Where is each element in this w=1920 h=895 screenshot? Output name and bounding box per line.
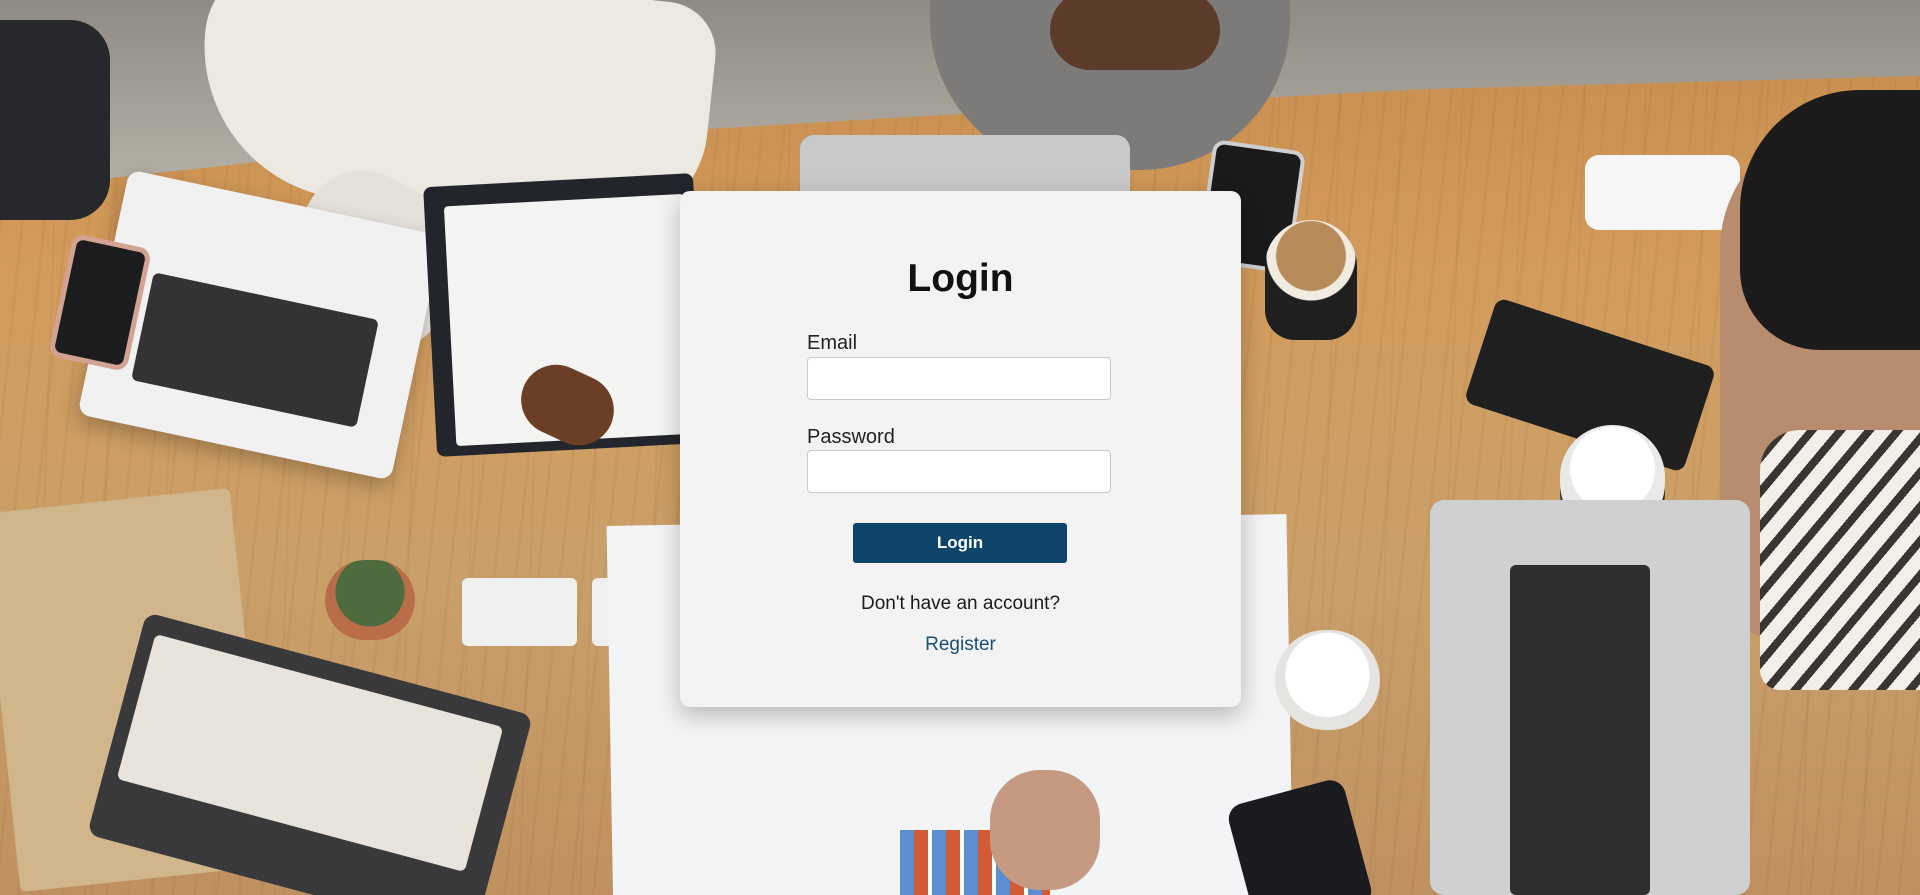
login-card: Login Email Password Login Don't have an… [680, 191, 1241, 707]
background-power-outlet [462, 578, 577, 646]
background-chair [0, 20, 110, 220]
background-person-hands [1050, 0, 1220, 70]
register-prompt: Don't have an account? [860, 593, 1061, 614]
background-laptop-right-keyboard [1510, 565, 1650, 895]
background-cactus [325, 560, 415, 640]
background-white-phone [1585, 155, 1740, 230]
background-coffee-cup [1265, 220, 1357, 340]
register-link[interactable]: Register [680, 634, 1241, 656]
background-hand-writing [990, 770, 1100, 890]
background-cup-lid [1275, 630, 1380, 730]
background-person-striped-shirt [1760, 430, 1920, 690]
password-label: Password [807, 426, 895, 448]
email-label: Email [807, 332, 858, 354]
login-title: Login [907, 257, 1014, 300]
password-input[interactable] [807, 450, 1111, 493]
login-button[interactable]: Login [853, 523, 1067, 563]
background-person-hair [1740, 90, 1920, 350]
email-input[interactable] [807, 357, 1111, 400]
